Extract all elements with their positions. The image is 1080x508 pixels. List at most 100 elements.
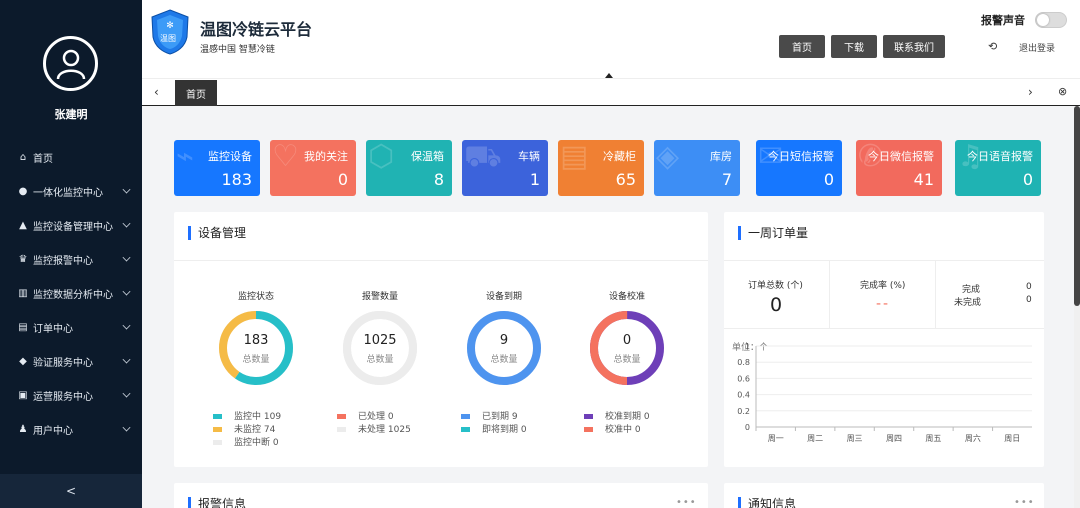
sidebar-item-7[interactable]: ▣ 运营服务中心 xyxy=(0,378,142,412)
stat-label: 库房 xyxy=(710,150,732,163)
legend-swatch xyxy=(461,427,470,432)
stat-card-3[interactable]: ⛟ 车辆 1 xyxy=(462,140,548,196)
completion-rate-label: 完成率 (%) xyxy=(860,281,906,291)
sidebar: 张建明 ⌂ 首页 ● 一体化监控中心 ▲ 监控设备管理中心 ♛ 监控报警中心 ▥ 监控数据分析中心… xyxy=(0,0,142,508)
done-label: 完成 xyxy=(962,285,981,295)
alarm-sound-toggle[interactable] xyxy=(1035,12,1067,28)
x-tick-label: 周三 xyxy=(847,434,863,443)
legend-label: 即将到期 xyxy=(482,425,519,435)
collapse-sidebar-button[interactable]: < xyxy=(0,474,142,508)
svg-text:✻: ✻ xyxy=(166,21,174,31)
stat-card-4[interactable]: ▤ 冷藏柜 65 xyxy=(558,140,644,196)
stat-card-1[interactable]: ♡ 我的关注 0 xyxy=(270,140,356,196)
donut-total: 9 xyxy=(499,333,509,348)
legend-swatch xyxy=(213,440,222,445)
user-avatar-icon[interactable] xyxy=(43,36,98,91)
sidebar-menu: ⌂ 首页 ● 一体化监控中心 ▲ 监控设备管理中心 ♛ 监控报警中心 ▥ 监控数据分析中心 ▤ 订单中… xyxy=(0,140,142,446)
more-icon[interactable]: ••• xyxy=(676,497,697,508)
legend-item[interactable]: 已到期 9 xyxy=(461,409,518,422)
legend-swatch xyxy=(213,414,222,419)
legend-item[interactable]: 即将到期 0 xyxy=(461,422,527,435)
legend-item[interactable]: 校准中 0 xyxy=(584,422,641,435)
stat-value: 0 xyxy=(1022,170,1033,189)
page-scrollbar[interactable] xyxy=(1074,106,1080,508)
donut-segment-1 xyxy=(343,311,417,385)
download-button[interactable]: 下载 xyxy=(831,35,877,58)
undone-label: 未完成 xyxy=(954,298,982,308)
scrollbar-thumb[interactable] xyxy=(1074,106,1080,306)
donut-title: 设备到期 xyxy=(485,292,522,302)
legend-item[interactable]: 已处理 0 xyxy=(337,409,394,422)
warehouse-icon: ◈ xyxy=(656,140,680,174)
sidebar-item-label: 监控报警中心 xyxy=(33,255,93,267)
legend-swatch xyxy=(584,414,593,419)
donut-title: 监控状态 xyxy=(237,292,274,302)
info-icon: ● xyxy=(18,185,28,197)
legend-item[interactable]: 校准到期 0 xyxy=(584,409,650,422)
home-button[interactable]: 首页 xyxy=(779,35,825,58)
chevron-down-icon xyxy=(122,355,131,364)
users-icon: ♟ xyxy=(18,423,28,435)
completion-rate-cell: 完成率 (%) -- xyxy=(830,260,936,328)
stat-card-6[interactable]: ✉ 今日短信报警 0 xyxy=(756,140,842,196)
legend-swatch xyxy=(337,427,346,432)
logout-link[interactable]: 退出登录 xyxy=(1019,41,1055,54)
legend-value: 0 xyxy=(272,438,279,448)
legend-item[interactable]: 监控中断 0 xyxy=(213,435,279,448)
order-total-cell: 订单总数 (个) 0 xyxy=(724,260,830,328)
x-tick-label: 周二 xyxy=(807,434,823,443)
stat-card-7[interactable]: ✆ 今日微信报警 41 xyxy=(856,140,942,196)
undone-value: 0 xyxy=(1026,295,1032,305)
tab-scroll-left-icon[interactable]: ‹ xyxy=(154,85,159,99)
panel-title: 一周订单量 xyxy=(738,226,808,240)
weekly-orders-chart: 0 0.2 0.4 0.6 0.8 1 周一 周二 周三 周四 周五 周六 周日 xyxy=(737,342,1032,443)
sidebar-item-2[interactable]: ▲ 监控设备管理中心 xyxy=(0,208,142,242)
legend-item[interactable]: 未处理 1025 xyxy=(337,422,411,435)
alarm-icon: ♛ xyxy=(18,253,28,265)
donut-caption: 总数量 xyxy=(490,355,518,365)
contact-us-button[interactable]: 联系我们 xyxy=(883,35,945,58)
stat-card-5[interactable]: ◈ 库房 7 xyxy=(654,140,740,196)
sidebar-item-label: 验证服务中心 xyxy=(33,357,93,369)
stat-value: 7 xyxy=(721,170,732,189)
sidebar-item-label: 一体化监控中心 xyxy=(33,187,103,199)
chevron-down-icon xyxy=(122,389,131,398)
legend-swatch xyxy=(337,414,346,419)
legend-value: 1025 xyxy=(387,425,411,435)
stat-card-0[interactable]: ⌁ 监控设备 183 xyxy=(174,140,260,196)
logout-icon[interactable]: ⟲ xyxy=(988,40,997,53)
legend-swatch xyxy=(584,427,593,432)
stat-card-8[interactable]: ♫ 今日语音报警 0 xyxy=(955,140,1041,196)
main-content: ⌁ 监控设备 183 ♡ 我的关注 0 ⬡ 保温箱 8 ⛟ 车辆 1 ▤ 冷藏柜 65 ◈ 库房 7 ✉ 今日短信报警… xyxy=(142,106,1074,508)
sidebar-item-1[interactable]: ● 一体化监控中心 xyxy=(0,174,142,208)
app-title: 温图冷链云平台 xyxy=(200,20,313,39)
sidebar-item-0[interactable]: ⌂ 首页 xyxy=(0,140,142,174)
device-icon: ▲ xyxy=(19,219,27,231)
sidebar-item-8[interactable]: ♟ 用户中心 xyxy=(0,412,142,446)
device-management-panel: 设备管理 监控状态 183 总数量 监控中 109 未监控 74 监控中断 0 报警数量 10… xyxy=(174,212,708,467)
tab-home[interactable]: 首页 xyxy=(175,80,217,106)
donut-caption: 总数量 xyxy=(366,355,394,365)
chevron-down-icon xyxy=(122,287,131,296)
monitor-device-icon: ⌁ xyxy=(176,140,195,174)
more-icon[interactable]: ••• xyxy=(1014,497,1035,508)
sidebar-item-6[interactable]: ◆ 验证服务中心 xyxy=(0,344,142,378)
legend-item[interactable]: 未监控 74 xyxy=(213,422,275,435)
stat-value: 0 xyxy=(823,170,834,189)
stat-value: 183 xyxy=(221,170,252,189)
y-tick-label: 0.2 xyxy=(737,407,750,416)
legend-value: 0 xyxy=(634,425,641,435)
sidebar-item-5[interactable]: ▤ 订单中心 xyxy=(0,310,142,344)
close-tabs-icon[interactable]: ⊗ xyxy=(1058,85,1067,98)
stat-label: 保温箱 xyxy=(411,150,444,163)
sidebar-item-4[interactable]: ▥ 监控数据分析中心 xyxy=(0,276,142,310)
panel-title: 设备管理 xyxy=(188,226,246,240)
stat-value: 41 xyxy=(913,170,934,189)
x-tick-label: 周日 xyxy=(1004,434,1020,443)
divider xyxy=(724,328,1044,329)
stat-card-2[interactable]: ⬡ 保温箱 8 xyxy=(366,140,452,196)
sidebar-item-3[interactable]: ♛ 监控报警中心 xyxy=(0,242,142,276)
logo-text: 温图 xyxy=(160,34,176,43)
legend-item[interactable]: 监控中 109 xyxy=(213,409,281,422)
tab-scroll-right-icon[interactable]: › xyxy=(1028,85,1033,99)
